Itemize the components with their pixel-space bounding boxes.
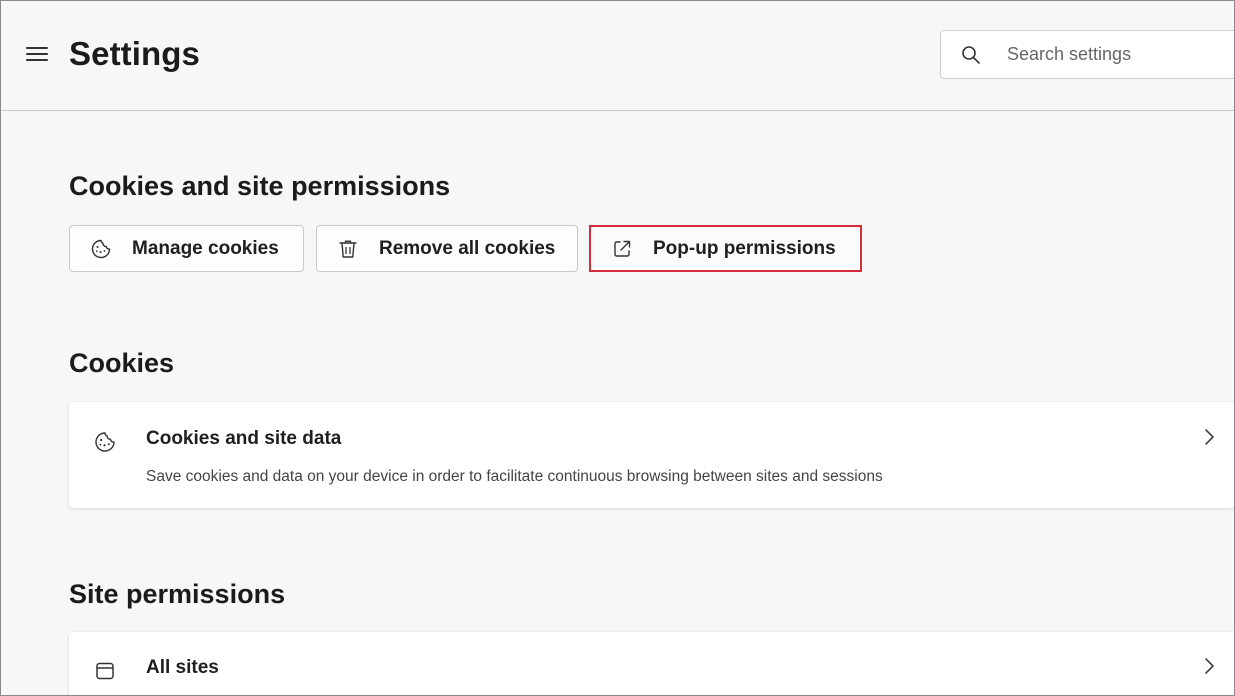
all-sites-item[interactable]: All sites xyxy=(69,632,1234,695)
trash-icon xyxy=(339,240,357,258)
hamburger-menu-icon[interactable] xyxy=(25,43,49,65)
cookies-and-site-data-title: Cookies and site data xyxy=(146,428,342,449)
cookie-action-buttons: Manage cookies Remove all cookies Pop-up… xyxy=(69,225,874,272)
section-title-site-permissions: Site permissions xyxy=(69,579,286,609)
chevron-right-icon xyxy=(1205,429,1214,445)
popup-permissions-button[interactable]: Pop-up permissions xyxy=(589,225,862,272)
search-box[interactable] xyxy=(940,30,1234,79)
cookies-and-site-data-description: Save cookies and data on your device in … xyxy=(146,468,883,485)
cookies-and-site-data-item[interactable]: Cookies and site data Save cookies and d… xyxy=(69,402,1234,508)
cookie-icon xyxy=(91,239,111,258)
popup-permissions-label: Pop-up permissions xyxy=(653,237,836,259)
section-title-cookies: Cookies xyxy=(69,348,175,378)
search-input[interactable] xyxy=(1007,44,1227,65)
remove-all-cookies-button[interactable]: Remove all cookies xyxy=(316,225,578,272)
open-external-icon xyxy=(614,240,631,257)
manage-cookies-button[interactable]: Manage cookies xyxy=(69,225,304,272)
all-sites-title: All sites xyxy=(146,657,219,678)
page-title: Settings xyxy=(69,35,200,72)
search-icon xyxy=(962,45,980,64)
manage-cookies-label: Manage cookies xyxy=(132,237,279,259)
chevron-right-icon xyxy=(1205,658,1214,674)
settings-window: Settings Cookies and site permissions Ma… xyxy=(0,0,1235,696)
browser-window-icon xyxy=(96,662,114,680)
settings-header: Settings xyxy=(1,1,1234,111)
section-title-cookies-site-permissions: Cookies and site permissions xyxy=(69,171,451,201)
cookie-icon xyxy=(95,432,115,452)
remove-all-cookies-label: Remove all cookies xyxy=(379,237,556,259)
